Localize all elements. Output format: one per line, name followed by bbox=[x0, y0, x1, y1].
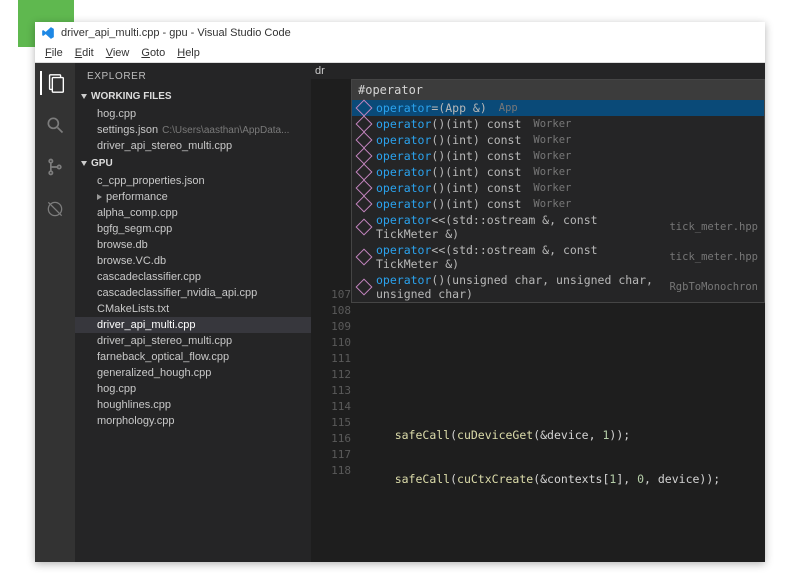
menu-file[interactable]: File bbox=[39, 47, 69, 59]
file-item[interactable]: farneback_optical_flow.cpp bbox=[75, 349, 311, 365]
explorer-title: EXPLORER bbox=[75, 63, 311, 88]
intellisense-filter[interactable]: #operator bbox=[352, 80, 764, 100]
tab-label: dr bbox=[315, 65, 325, 77]
intellisense-row[interactable]: operator()(int) constWorker bbox=[352, 116, 764, 132]
symbol-icon bbox=[356, 196, 373, 213]
symbol-icon bbox=[356, 148, 373, 165]
file-item[interactable]: browse.VC.db bbox=[75, 253, 311, 269]
symbol-icon bbox=[356, 180, 373, 197]
file-item[interactable]: alpha_comp.cpp bbox=[75, 205, 311, 221]
vscode-icon bbox=[41, 26, 55, 40]
intellisense-row[interactable]: operator<<(std::ostream &, const TickMet… bbox=[352, 212, 764, 242]
file-item[interactable]: browse.db bbox=[75, 237, 311, 253]
activity-bar bbox=[35, 63, 75, 562]
menu-help[interactable]: Help bbox=[171, 47, 206, 59]
file-item[interactable]: driver_api_stereo_multi.cpp bbox=[75, 333, 311, 349]
symbol-icon bbox=[356, 116, 373, 133]
working-file-item[interactable]: driver_api_stereo_multi.cpp bbox=[75, 138, 311, 154]
menu-goto[interactable]: Goto bbox=[135, 47, 171, 59]
menu-edit[interactable]: Edit bbox=[69, 47, 100, 59]
intellisense-row[interactable]: operator()(int) constWorker bbox=[352, 148, 764, 164]
intellisense-row[interactable]: operator()(int) constWorker bbox=[352, 164, 764, 180]
folder-label: GPU bbox=[91, 158, 113, 169]
working-file-item[interactable]: settings.jsonC:\Users\aasthan\AppData... bbox=[75, 122, 311, 138]
explorer-sidebar: EXPLORER WORKING FILES hog.cpp settings.… bbox=[75, 63, 311, 562]
intellisense-row[interactable]: operator=(App &)App bbox=[352, 100, 764, 116]
intellisense-row[interactable]: operator()(int) constWorker bbox=[352, 180, 764, 196]
intellisense-popup: #operator operator=(App &)Appoperator()(… bbox=[351, 79, 765, 303]
git-icon[interactable] bbox=[43, 155, 67, 179]
file-item[interactable]: cascadeclassifier.cpp bbox=[75, 269, 311, 285]
file-item[interactable]: cascadeclassifier_nvidia_api.cpp bbox=[75, 285, 311, 301]
working-files-header[interactable]: WORKING FILES bbox=[75, 88, 311, 105]
symbol-icon bbox=[356, 279, 373, 296]
file-item[interactable]: bgfg_segm.cpp bbox=[75, 221, 311, 237]
file-item[interactable]: generalized_hough.cpp bbox=[75, 365, 311, 381]
code-editor[interactable]: dr 107 108 109 110 11 bbox=[311, 63, 765, 562]
symbol-icon bbox=[356, 219, 373, 236]
window-titlebar[interactable]: driver_api_multi.cpp - gpu - Visual Stud… bbox=[35, 22, 765, 44]
working-file-item[interactable]: hog.cpp bbox=[75, 106, 311, 122]
search-icon[interactable] bbox=[43, 113, 67, 137]
working-files-label: WORKING FILES bbox=[91, 91, 172, 102]
intellisense-row[interactable]: operator()(int) constWorker bbox=[352, 132, 764, 148]
file-item[interactable]: c_cpp_properties.json bbox=[75, 173, 311, 189]
file-item[interactable]: hog.cpp bbox=[75, 381, 311, 397]
intellisense-row[interactable]: operator()(unsigned char, unsigned char,… bbox=[352, 272, 764, 302]
symbol-icon bbox=[356, 132, 373, 149]
chevron-down-icon bbox=[81, 161, 87, 166]
file-item[interactable]: houghlines.cpp bbox=[75, 397, 311, 413]
folder-file-list: c_cpp_properties.json performance alpha_… bbox=[75, 172, 311, 430]
symbol-icon bbox=[356, 249, 373, 266]
window-title: driver_api_multi.cpp - gpu - Visual Stud… bbox=[61, 27, 291, 39]
menu-view[interactable]: View bbox=[100, 47, 136, 59]
working-files-list: hog.cpp settings.jsonC:\Users\aasthan\Ap… bbox=[75, 105, 311, 155]
symbol-icon bbox=[356, 100, 373, 117]
intellisense-row[interactable]: operator()(int) constWorker bbox=[352, 196, 764, 212]
file-item[interactable]: morphology.cpp bbox=[75, 413, 311, 429]
folder-item[interactable]: performance bbox=[75, 189, 311, 205]
intellisense-row[interactable]: operator<<(std::ostream &, const TickMet… bbox=[352, 242, 764, 272]
menubar: File Edit View Goto Help bbox=[35, 44, 765, 63]
file-item-selected[interactable]: driver_api_multi.cpp bbox=[75, 317, 311, 333]
chevron-down-icon bbox=[81, 94, 87, 99]
vscode-window: driver_api_multi.cpp - gpu - Visual Stud… bbox=[35, 22, 765, 562]
folder-header[interactable]: GPU bbox=[75, 155, 311, 172]
chevron-right-icon bbox=[97, 194, 102, 200]
explorer-icon[interactable] bbox=[40, 71, 68, 95]
editor-tabstrip[interactable]: dr bbox=[311, 63, 765, 79]
file-item[interactable]: CMakeLists.txt bbox=[75, 301, 311, 317]
symbol-icon bbox=[356, 164, 373, 181]
debug-icon[interactable] bbox=[43, 197, 67, 221]
